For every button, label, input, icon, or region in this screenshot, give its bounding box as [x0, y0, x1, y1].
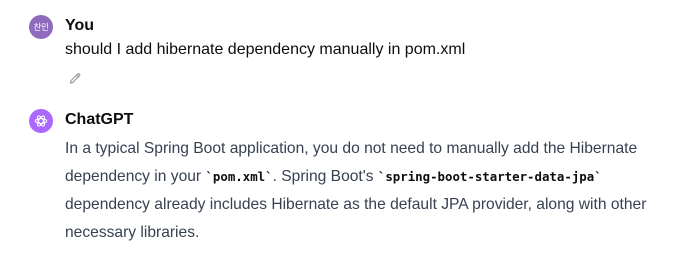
assistant-reply-text: In a typical Spring Boot application, yo…	[65, 135, 681, 247]
user-message-text: should I add hibernate dependency manual…	[65, 41, 466, 58]
user-avatar-initials: 찬민	[33, 23, 49, 33]
pencil-icon	[69, 73, 81, 84]
user-author-name: You	[65, 17, 95, 34]
edit-message-button[interactable]	[67, 71, 83, 87]
inline-code-starter: `spring-boot-starter-data-jpa`	[377, 169, 602, 184]
openai-logo-icon	[34, 115, 48, 127]
user-avatar: 찬민	[29, 15, 53, 39]
reply-text-part-3: dependency already includes Hibernate as…	[65, 196, 647, 241]
inline-code-pom-xml: `pom.xml`	[205, 169, 273, 184]
assistant-author-name: ChatGPT	[65, 111, 134, 128]
reply-text-part-2: . Spring Boot's	[272, 168, 378, 185]
assistant-avatar	[29, 109, 53, 133]
